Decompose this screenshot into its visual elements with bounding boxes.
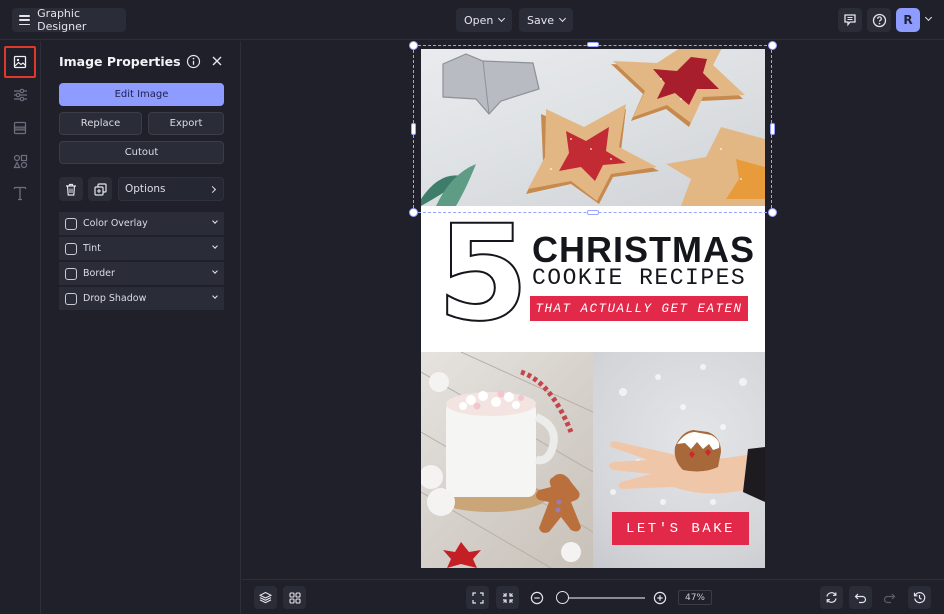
- image-properties-panel: Image Properties Edit Image Replace Expo…: [41, 41, 241, 614]
- duplicate-icon: [93, 182, 107, 196]
- layers-icon: [259, 591, 272, 604]
- effect-color-overlay[interactable]: Color Overlay: [59, 212, 224, 235]
- history-button[interactable]: [908, 586, 931, 609]
- chevron-down-icon: [558, 14, 567, 23]
- shrink-icon: [502, 592, 513, 603]
- tagline-banner[interactable]: THAT ACTUALLY GET EATEN: [530, 296, 748, 321]
- rail-item-layout[interactable]: [4, 112, 36, 144]
- bottom-toolbar: 47%: [242, 579, 944, 614]
- chevron-right-icon: [208, 185, 217, 193]
- number-five[interactable]: 5: [436, 207, 530, 341]
- chevron-down-icon: [212, 218, 218, 224]
- effect-label: Color Overlay: [83, 218, 148, 229]
- open-menu-button[interactable]: Open: [456, 8, 513, 32]
- help-icon: [872, 13, 886, 27]
- hot-cocoa-illustration: [421, 352, 593, 568]
- close-icon[interactable]: [211, 55, 223, 67]
- zoom-slider-handle[interactable]: [556, 591, 570, 604]
- open-label: Open: [464, 13, 494, 27]
- refresh-button[interactable]: [820, 586, 843, 609]
- resize-handle-bottom-left[interactable]: [409, 208, 418, 217]
- fit-to-screen-button[interactable]: [466, 586, 489, 609]
- effect-label: Drop Shadow: [83, 293, 147, 304]
- selection-frame[interactable]: [413, 45, 772, 213]
- edit-image-button[interactable]: Edit Image: [59, 83, 224, 106]
- effect-border[interactable]: Border: [59, 262, 224, 285]
- resize-handle-top-left[interactable]: [409, 41, 418, 50]
- zoom-out-icon[interactable]: [530, 591, 544, 605]
- effect-label: Tint: [83, 243, 101, 254]
- zoom-in-icon[interactable]: [653, 591, 667, 605]
- color-overlay-checkbox[interactable]: [65, 217, 77, 230]
- rail-item-graphics[interactable]: [4, 145, 36, 177]
- resize-handle-bottom-right[interactable]: [768, 208, 777, 217]
- history-icon: [913, 592, 926, 604]
- resize-handle-top[interactable]: [587, 42, 599, 47]
- shapes-icon: [12, 154, 27, 168]
- account-chevron-down-icon[interactable]: [924, 13, 933, 22]
- app-menu-button[interactable]: Graphic Designer: [12, 7, 126, 33]
- save-menu-button[interactable]: Save: [519, 8, 574, 32]
- resize-handle-bottom[interactable]: [587, 210, 599, 215]
- text-icon: [13, 186, 27, 201]
- replace-button[interactable]: Replace: [59, 112, 142, 135]
- info-icon[interactable]: [186, 54, 201, 69]
- trash-icon: [66, 183, 76, 196]
- resize-handle-left[interactable]: [411, 123, 416, 135]
- zoom-slider-track[interactable]: [558, 597, 645, 599]
- drop-shadow-checkbox[interactable]: [65, 292, 77, 305]
- layers-button[interactable]: [254, 586, 277, 609]
- effect-tint[interactable]: Tint: [59, 237, 224, 260]
- redo-button[interactable]: [878, 586, 901, 609]
- tint-checkbox[interactable]: [65, 242, 77, 255]
- effect-drop-shadow[interactable]: Drop Shadow: [59, 287, 224, 310]
- chevron-down-icon: [212, 293, 218, 299]
- options-label: Options: [125, 183, 166, 195]
- image-icon: [13, 55, 27, 69]
- help-button[interactable]: [867, 8, 891, 32]
- panel-title: Image Properties: [59, 54, 181, 69]
- rail-item-image-properties[interactable]: [4, 46, 36, 78]
- sliders-icon: [13, 88, 27, 102]
- app-title: Graphic Designer: [37, 7, 87, 33]
- chevron-down-icon: [212, 243, 218, 249]
- comments-button[interactable]: [838, 8, 862, 32]
- grid-view-button[interactable]: [283, 586, 306, 609]
- effect-label: Border: [83, 268, 115, 279]
- border-checkbox[interactable]: [65, 267, 77, 280]
- delete-button[interactable]: [59, 177, 83, 201]
- rail-item-text[interactable]: [4, 177, 36, 209]
- layout-icon: [13, 121, 27, 135]
- options-button[interactable]: Options: [118, 177, 224, 201]
- undo-icon: [854, 593, 867, 603]
- cutout-button[interactable]: Cutout: [59, 141, 224, 164]
- shrink-to-fit-button[interactable]: [496, 586, 519, 609]
- refresh-icon: [826, 592, 837, 603]
- rail-item-adjustments[interactable]: [4, 79, 36, 111]
- menu-icon: [19, 15, 31, 25]
- save-label: Save: [527, 13, 555, 27]
- lets-bake-button[interactable]: LET'S BAKE: [612, 512, 749, 545]
- user-avatar[interactable]: R: [896, 8, 920, 32]
- fullscreen-icon: [471, 591, 484, 604]
- zoom-percentage-field[interactable]: 47%: [678, 590, 712, 605]
- export-button[interactable]: Export: [148, 112, 224, 135]
- redo-icon: [883, 593, 896, 603]
- chevron-down-icon: [498, 14, 506, 23]
- undo-button[interactable]: [849, 586, 872, 609]
- top-bar: Graphic Designer Open Save R: [0, 0, 944, 40]
- duplicate-button[interactable]: [88, 177, 112, 201]
- resize-handle-right[interactable]: [770, 123, 775, 135]
- grid-icon: [288, 591, 301, 604]
- comment-icon: [844, 14, 856, 27]
- resize-handle-top-right[interactable]: [768, 41, 777, 50]
- subheadline-cookie-recipes[interactable]: COOKIE RECIPES: [532, 265, 746, 291]
- chevron-down-icon: [212, 268, 218, 274]
- tool-rail: [0, 41, 41, 614]
- hot-cocoa-photo[interactable]: [421, 352, 593, 568]
